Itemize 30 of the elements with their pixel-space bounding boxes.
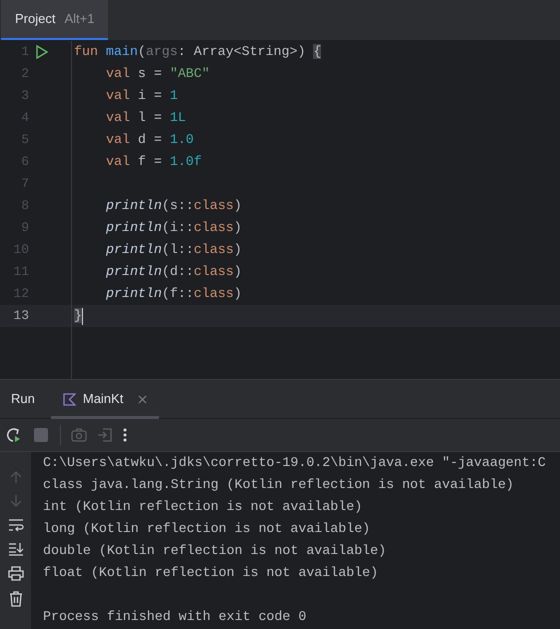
code-line: val d = 1.0 <box>106 131 194 150</box>
code-line: fun main(args: Array<String>) { <box>74 43 322 62</box>
code-line: val i = 1 <box>106 87 178 106</box>
console-line: Process finished with exit code 0 <box>43 608 308 626</box>
rerun-icon[interactable] <box>4 426 22 444</box>
kotlin-icon <box>62 392 76 406</box>
scroll-end-icon[interactable] <box>8 542 24 556</box>
console-line: double (Kotlin reflection is not available) <box>43 542 388 560</box>
code-line: println(l::class) <box>106 241 242 260</box>
wrap-icon[interactable] <box>8 518 24 532</box>
print-icon[interactable] <box>8 566 24 581</box>
code-line: println(s::class) <box>106 197 242 216</box>
run-title: Run <box>11 390 35 408</box>
code-line: val s = "ABC" <box>106 65 210 84</box>
console-line: float (Kotlin reflection is not available) <box>43 564 380 582</box>
console-line: int (Kotlin reflection is not available) <box>43 498 364 516</box>
close-icon[interactable] <box>138 394 148 404</box>
trash-icon[interactable] <box>8 591 22 607</box>
code-line: println(d::class) <box>106 263 242 282</box>
project-tab[interactable]: Project Alt+1 <box>1 0 108 40</box>
run-icon[interactable] <box>36 45 48 59</box>
code-line: println(i::class) <box>106 219 242 238</box>
console-line: class java.lang.String (Kotlin reflection is not available) <box>43 476 515 494</box>
code-line: println(f::class) <box>106 285 242 304</box>
line-number: 13 <box>12 307 29 326</box>
code-line: val f = 1.0f <box>106 153 202 172</box>
code-line: val l = 1L <box>106 109 186 128</box>
more-icon[interactable] <box>123 428 127 442</box>
console-line: long (Kotlin reflection is not available) <box>43 520 372 538</box>
console-line: C:\Users\atwku\.jdks\corretto-19.0.2\bin\java.exe "-javaagent:C <box>43 454 547 472</box>
